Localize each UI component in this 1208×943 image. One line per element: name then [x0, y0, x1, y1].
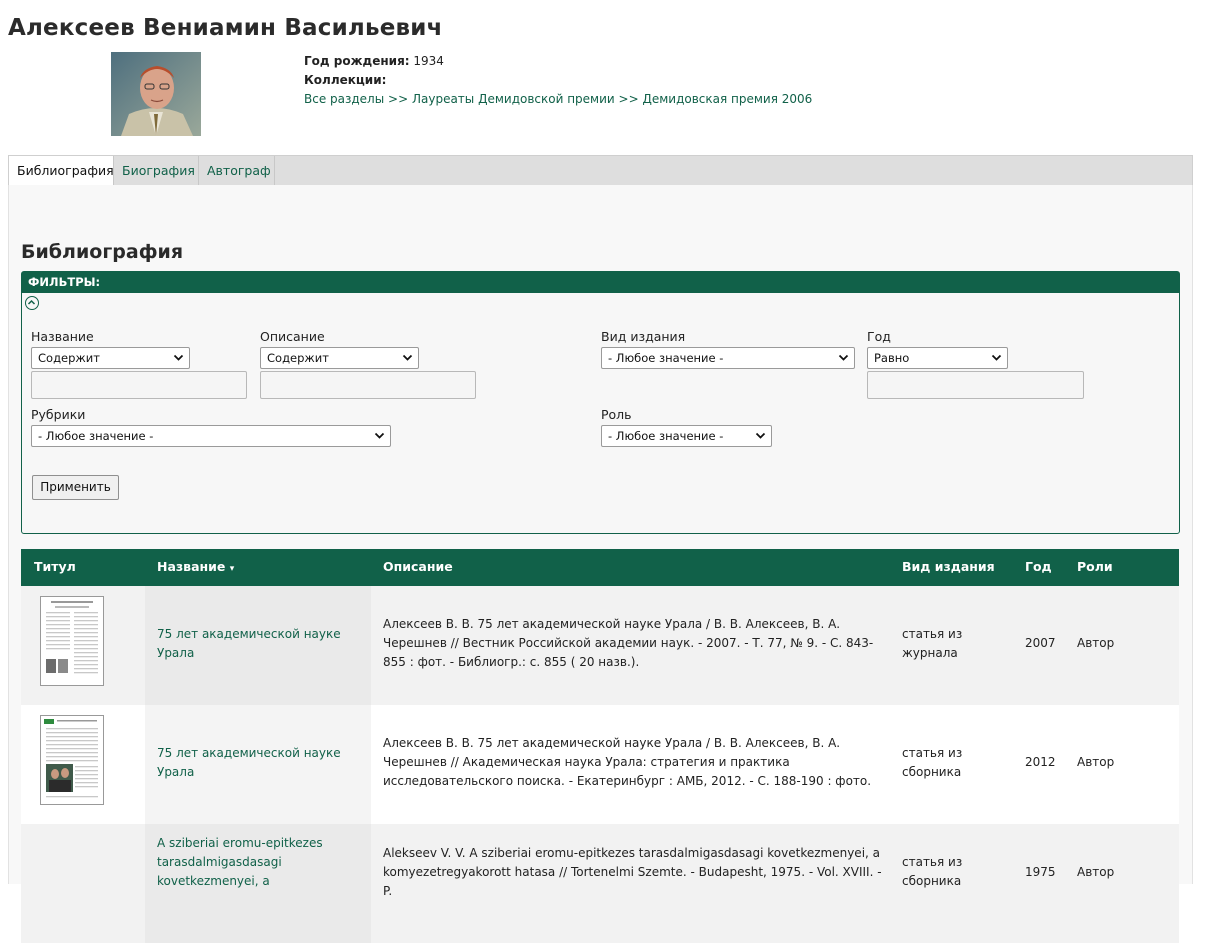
birth-year-line: Год рождения: 1934 [304, 54, 444, 68]
year-filter-label: Год [867, 329, 891, 344]
birth-year: 1934 [413, 54, 444, 68]
row-role: Автор [1077, 636, 1115, 650]
table-row: 75 лет академической науке Урала Алексее… [21, 586, 1179, 705]
row-year: 2012 [1025, 755, 1056, 769]
apply-button[interactable]: Применить [32, 475, 119, 500]
column-header-name[interactable]: Название ▾ [157, 549, 234, 587]
section-title: Библиография [21, 241, 184, 263]
breadcrumb-separator: >> [388, 92, 409, 106]
filters-header: ФИЛЬТРЫ: [22, 272, 1179, 293]
row-title-link[interactable]: 75 лет академической науке Урала [157, 744, 357, 782]
row-publication-type: статья из сборника [902, 855, 963, 888]
tab-biography[interactable]: Биография [114, 156, 199, 186]
row-year: 1975 [1025, 865, 1056, 879]
description-filter-input[interactable] [260, 371, 476, 399]
column-header-type: Вид издания [902, 559, 995, 574]
portrait-photo [111, 52, 201, 136]
row-role: Автор [1077, 755, 1115, 769]
cover-thumbnail[interactable] [40, 596, 104, 686]
description-filter-label: Описание [260, 329, 325, 344]
year-filter-mode-select[interactable]: Равно [867, 347, 1008, 369]
chevron-down-icon [838, 354, 849, 361]
row-publication-type: статья из сборника [902, 746, 963, 779]
row-role: Автор [1077, 865, 1115, 879]
name-filter-mode-select[interactable]: Содержит [31, 347, 190, 369]
column-header-cover: Титул [34, 559, 76, 574]
breadcrumb-separator: >> [618, 92, 639, 106]
cover-thumbnail[interactable] [40, 715, 104, 805]
name-filter-input[interactable] [31, 371, 247, 399]
row-title-link[interactable]: 75 лет академической науке Урала [157, 625, 357, 663]
filters-box: ФИЛЬТРЫ: Название Содержит Описание Соде… [21, 271, 1180, 534]
breadcrumb-demidov-laureates[interactable]: Лауреаты Демидовской премии [412, 92, 615, 106]
tab-autograph[interactable]: Автограф [199, 156, 275, 186]
row-description: Алексеев В. В. 75 лет академической наук… [383, 617, 874, 669]
year-filter-input[interactable] [867, 371, 1084, 399]
table-row: 75 лет академической науке Урала Алексее… [21, 705, 1179, 824]
role-filter-label: Роль [601, 407, 632, 422]
description-filter-mode-select[interactable]: Содержит [260, 347, 419, 369]
tab-bar: Библиография Биография Автограф [8, 155, 1193, 186]
collapse-up-icon[interactable] [25, 296, 39, 310]
chevron-down-icon [991, 354, 1002, 361]
name-filter-label: Название [31, 329, 94, 344]
row-title-link[interactable]: A sziberiai eromu-epitkezes tarasdalmiga… [157, 834, 357, 891]
chevron-down-icon [173, 354, 184, 361]
row-publication-type: статья из журнала [902, 627, 963, 660]
tab-bibliography[interactable]: Библиография [9, 156, 114, 186]
column-header-year: Год [1025, 559, 1052, 574]
row-description: Alekseev V. V. A sziberiai eromu-epitkez… [383, 846, 882, 898]
publication-type-label: Вид издания [601, 329, 686, 344]
chevron-down-icon [402, 354, 413, 361]
role-select[interactable]: - Любое значение - [601, 425, 772, 447]
collections-line: Коллекции: [304, 73, 387, 87]
chevron-down-icon [374, 432, 385, 439]
person-meta: Год рождения: 1934 Коллекции: Все раздел… [304, 52, 812, 109]
breadcrumb: Все разделы >> Лауреаты Демидовской прем… [304, 90, 812, 109]
table-header: Титул Название ▾ Описание Вид издания Го… [21, 549, 1179, 586]
page-title: Алексеев Вениамин Васильевич [8, 15, 443, 41]
sort-desc-icon: ▾ [229, 564, 235, 574]
column-header-description: Описание [383, 559, 453, 574]
row-year: 2007 [1025, 636, 1056, 650]
column-header-roles: Роли [1077, 559, 1113, 574]
rubrics-filter-label: Рубрики [31, 407, 86, 422]
breadcrumb-demidov-2006[interactable]: Демидовская премия 2006 [642, 92, 812, 106]
rubrics-select[interactable]: - Любое значение - [31, 425, 391, 447]
breadcrumb-all-sections[interactable]: Все разделы [304, 92, 384, 106]
chevron-down-icon [755, 432, 766, 439]
publication-type-select[interactable]: - Любое значение - [601, 347, 855, 369]
row-description: Алексеев В. В. 75 лет академической наук… [383, 736, 872, 788]
